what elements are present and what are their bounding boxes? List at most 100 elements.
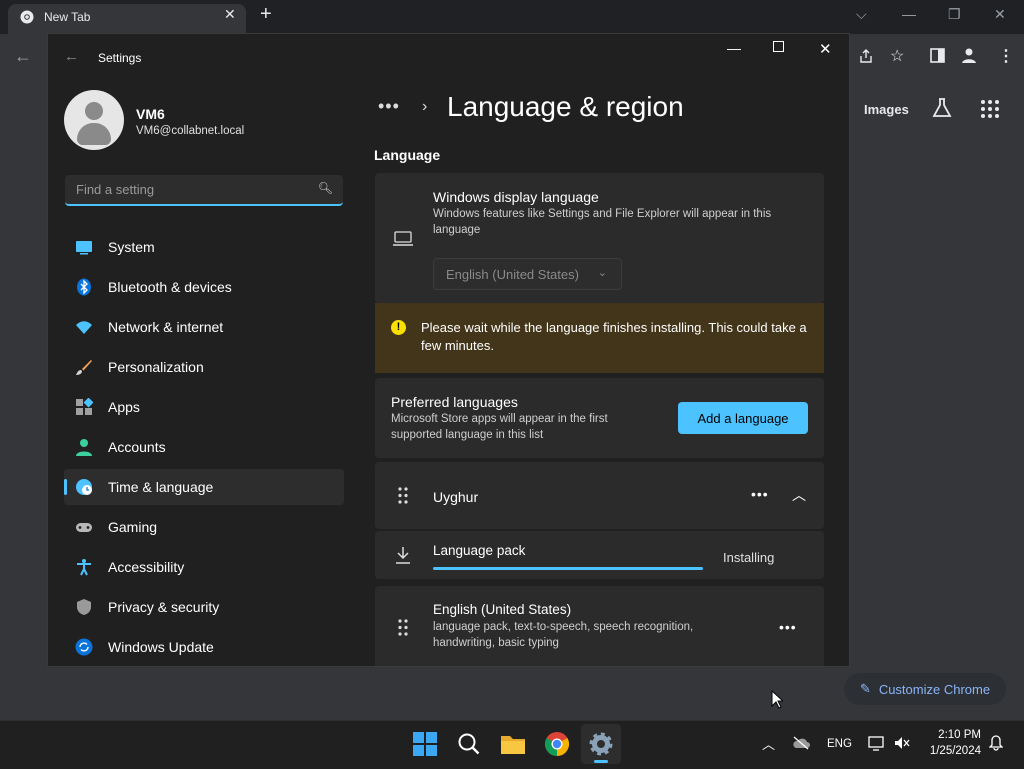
dropdown-value: English (United States) <box>446 267 579 282</box>
window-title: Settings <box>98 51 142 65</box>
person-icon <box>76 439 92 456</box>
section-title: Language <box>374 147 441 163</box>
sidebar-item-label: Windows Update <box>108 639 214 655</box>
back-arrow-icon[interactable]: ← <box>14 46 32 67</box>
sidebar-item-privacy[interactable]: Privacy & security <box>64 589 344 625</box>
profile-icon[interactable] <box>960 46 978 64</box>
add-language-button[interactable]: Add a language <box>678 402 808 434</box>
sidebar-item-system[interactable]: System <box>64 229 344 265</box>
customize-chrome-label: Customize Chrome <box>878 681 991 697</box>
sidebar-item-label: Bluetooth & devices <box>108 279 232 295</box>
sidebar-item-label: Personalization <box>108 359 204 375</box>
sidebar-item-bluetooth[interactable]: Bluetooth & devices <box>64 269 344 305</box>
windows-start-icon[interactable] <box>409 728 441 760</box>
avatar[interactable] <box>64 90 124 150</box>
display-language-dropdown[interactable]: English (United States) ⌄ <box>433 258 622 290</box>
sidebar-item-label: Accessibility <box>108 559 185 575</box>
labs-flask-icon[interactable] <box>931 97 953 119</box>
sidebar-item-label: Time & language <box>108 479 214 495</box>
sidebar-item-time-language[interactable]: Time & language <box>64 469 344 505</box>
install-status: Installing <box>723 550 775 565</box>
chrome-menu-icon[interactable]: ⋮ <box>998 46 1014 66</box>
back-arrow-icon[interactable]: ← <box>64 48 79 65</box>
language-name: Uyghur <box>433 489 479 505</box>
input-language-indicator[interactable]: ENG <box>827 738 852 750</box>
settings-gear-icon[interactable] <box>585 728 617 760</box>
tab-close-icon[interactable]: ✕ <box>224 6 236 23</box>
active-app-indicator <box>594 760 608 763</box>
bluetooth-icon <box>77 278 91 296</box>
minimize-icon[interactable]: — <box>727 40 741 56</box>
laptop-icon <box>393 231 413 246</box>
breadcrumb-chevron-icon: › <box>422 98 428 115</box>
breadcrumb-overflow-button[interactable]: ••• <box>378 96 400 117</box>
customize-chrome-button[interactable]: ✎ Customize Chrome <box>844 673 1006 705</box>
sidebar-item-label: Apps <box>108 399 140 415</box>
clock-time[interactable]: 2:10 PM <box>937 729 981 741</box>
sidebar-item-accessibility[interactable]: Accessibility <box>64 549 344 585</box>
active-indicator <box>64 479 67 495</box>
search-input[interactable] <box>74 181 308 198</box>
sidebar-item-apps[interactable]: Apps <box>64 389 344 425</box>
tab-title: New Tab <box>44 10 91 24</box>
brush-icon <box>76 360 92 375</box>
drag-handle-icon[interactable] <box>398 487 408 504</box>
chrome-restore-icon[interactable]: ❐ <box>948 6 961 23</box>
file-explorer-icon[interactable] <box>497 728 529 760</box>
more-options-icon[interactable]: ••• <box>779 619 797 635</box>
warning-icon: ! <box>391 320 406 335</box>
chrome-minimize-icon[interactable]: — <box>902 6 916 22</box>
share-icon[interactable] <box>858 48 874 64</box>
sidebar-item-accounts[interactable]: Accounts <box>64 429 344 465</box>
sidebar-item-label: Gaming <box>108 519 158 535</box>
chrome-close-icon[interactable]: ✕ <box>994 6 1006 23</box>
search-icon[interactable] <box>453 728 485 760</box>
settings-window: ← Settings — ✕ VM6 VM6@collabnet.local 🔍… <box>47 33 850 667</box>
sidebar-item-label: Accounts <box>108 439 166 455</box>
tray-chevron-up-icon[interactable]: ︿ <box>762 734 775 753</box>
side-panel-icon[interactable] <box>930 48 945 63</box>
drag-handle-icon[interactable] <box>398 619 408 636</box>
accessibility-icon <box>77 559 91 576</box>
network-icon[interactable] <box>868 735 886 751</box>
chevron-up-icon[interactable]: ︿ <box>792 485 806 505</box>
sidebar-item-label: Network & internet <box>108 319 224 335</box>
sidebar-item-gaming[interactable]: Gaming <box>64 509 344 545</box>
shield-icon <box>77 599 91 615</box>
wifi-icon <box>76 321 92 334</box>
new-tab-button[interactable]: + <box>260 3 272 26</box>
sidebar-item-personalization[interactable]: Personalization <box>64 349 344 385</box>
preferred-languages-description: Microsoft Store apps will appear in the … <box>391 413 608 441</box>
apps-grid-icon[interactable] <box>980 99 1000 119</box>
chrome-logo-icon <box>20 10 34 24</box>
onedrive-offline-icon[interactable] <box>792 736 810 750</box>
display-language-description: Windows features like Settings and File … <box>433 208 772 236</box>
warning-text: Please wait while the language finishes … <box>421 320 807 353</box>
download-icon <box>396 547 410 564</box>
language-pack-label: Language pack <box>433 543 526 558</box>
sidebar-item-network[interactable]: Network & internet <box>64 309 344 345</box>
sidebar-item-windows-update[interactable]: Windows Update <box>64 629 344 665</box>
notification-bell-icon[interactable] <box>989 735 1003 751</box>
chrome-icon[interactable] <box>541 728 573 760</box>
images-link[interactable]: Images <box>864 102 909 117</box>
language-name: English (United States) <box>433 602 572 617</box>
globe-clock-icon <box>76 479 92 495</box>
search-box[interactable]: 🔍︎ <box>65 175 343 206</box>
more-options-icon[interactable]: ••• <box>751 486 769 502</box>
pencil-icon: ✎ <box>859 681 871 696</box>
close-icon[interactable]: ✕ <box>819 40 832 58</box>
chevron-down-icon: ⌄ <box>597 267 607 279</box>
volume-muted-icon[interactable] <box>894 736 910 750</box>
search-icon: 🔍︎ <box>317 181 333 195</box>
bookmark-star-icon[interactable]: ☆ <box>890 46 904 66</box>
tab-search-chevron-icon[interactable]: ⌵ <box>856 6 867 23</box>
mouse-cursor-icon <box>771 690 783 709</box>
clock-date[interactable]: 1/25/2024 <box>925 745 981 757</box>
gamepad-icon <box>76 523 92 532</box>
display-language-label: Windows display language <box>433 189 599 205</box>
user-name: VM6 <box>136 106 165 122</box>
monitor-icon <box>76 241 92 255</box>
maximize-icon[interactable] <box>773 41 784 52</box>
preferred-languages-label: Preferred languages <box>391 394 518 410</box>
